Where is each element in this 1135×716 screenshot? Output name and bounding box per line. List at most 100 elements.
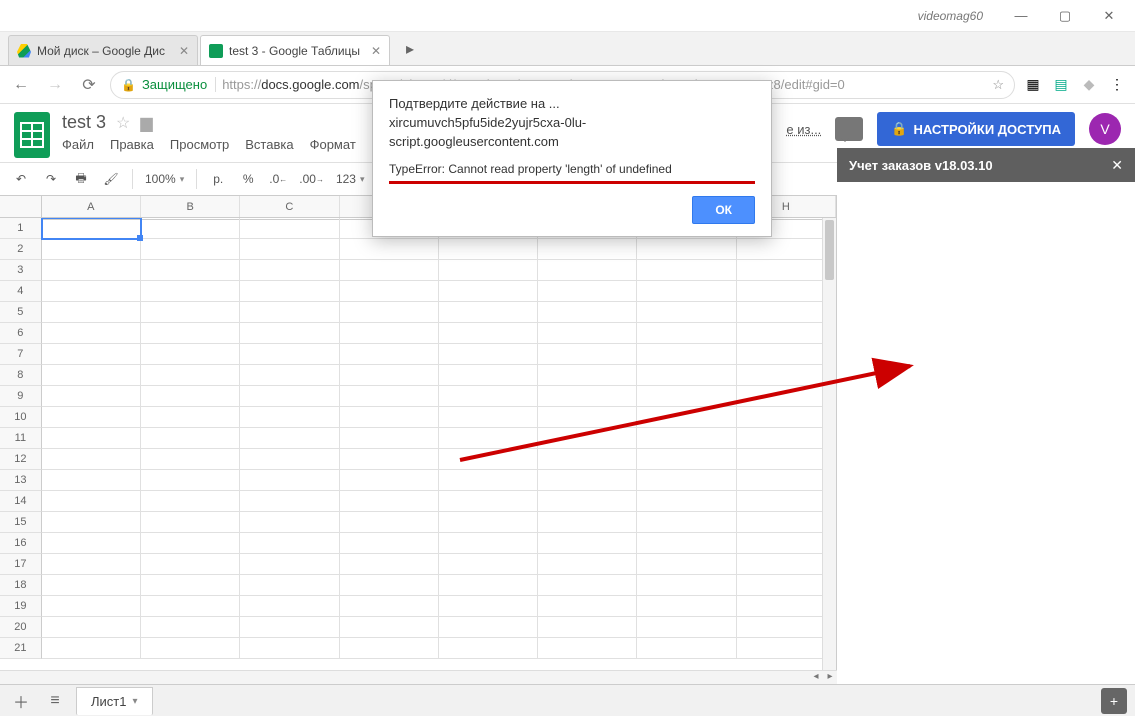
- undo-button[interactable]: ↶: [8, 166, 34, 192]
- account-avatar[interactable]: V: [1089, 113, 1121, 145]
- cell[interactable]: [439, 344, 538, 365]
- cell[interactable]: [340, 617, 439, 638]
- cell[interactable]: [240, 638, 339, 659]
- cell[interactable]: [538, 449, 637, 470]
- cell[interactable]: [538, 260, 637, 281]
- doc-star-icon[interactable]: ☆: [116, 113, 130, 133]
- cell[interactable]: [240, 302, 339, 323]
- cell[interactable]: [439, 449, 538, 470]
- cell[interactable]: [439, 575, 538, 596]
- menu-view[interactable]: Просмотр: [170, 137, 229, 152]
- cell[interactable]: [141, 512, 240, 533]
- cell[interactable]: [340, 512, 439, 533]
- paint-format-button[interactable]: 🖌: [98, 166, 124, 192]
- alert-ok-button[interactable]: ОК: [692, 196, 755, 224]
- cell[interactable]: [439, 239, 538, 260]
- menu-file[interactable]: Файл: [62, 137, 94, 152]
- cell[interactable]: [240, 512, 339, 533]
- cell[interactable]: [141, 239, 240, 260]
- row-header[interactable]: 10: [0, 407, 42, 428]
- cell[interactable]: [141, 260, 240, 281]
- cell[interactable]: [439, 281, 538, 302]
- cell[interactable]: [439, 407, 538, 428]
- vertical-scrollbar[interactable]: [822, 218, 836, 684]
- cell[interactable]: [439, 638, 538, 659]
- cell[interactable]: [340, 428, 439, 449]
- row-header[interactable]: 19: [0, 596, 42, 617]
- new-tab-button[interactable]: ▸: [398, 37, 422, 61]
- browser-tab-drive[interactable]: Мой диск – Google Дис ✕: [8, 35, 198, 65]
- cell[interactable]: [141, 386, 240, 407]
- cell[interactable]: [141, 575, 240, 596]
- cell[interactable]: [42, 365, 141, 386]
- cell[interactable]: [42, 596, 141, 617]
- scroll-left-icon[interactable]: ◂: [809, 671, 823, 684]
- cell[interactable]: [340, 491, 439, 512]
- sheets-logo-icon[interactable]: [14, 112, 50, 158]
- tab-close-icon[interactable]: ✕: [179, 44, 189, 58]
- cell[interactable]: [42, 281, 141, 302]
- cell[interactable]: [637, 344, 736, 365]
- cell[interactable]: [42, 386, 141, 407]
- doc-title[interactable]: test 3: [62, 112, 106, 133]
- cell[interactable]: [439, 323, 538, 344]
- cell[interactable]: [538, 491, 637, 512]
- cell[interactable]: [538, 512, 637, 533]
- cell[interactable]: [42, 449, 141, 470]
- cell[interactable]: [538, 281, 637, 302]
- cell[interactable]: [42, 512, 141, 533]
- cell[interactable]: [340, 386, 439, 407]
- cell[interactable]: [240, 344, 339, 365]
- cell[interactable]: [439, 428, 538, 449]
- cell[interactable]: [538, 470, 637, 491]
- cell[interactable]: [42, 575, 141, 596]
- cell[interactable]: [42, 407, 141, 428]
- cell[interactable]: [42, 428, 141, 449]
- grid-body[interactable]: 123456789101112131415161718192021: [0, 218, 836, 684]
- cell[interactable]: [538, 302, 637, 323]
- window-minimize-button[interactable]: —: [999, 2, 1043, 30]
- cell[interactable]: [42, 470, 141, 491]
- cell[interactable]: [141, 323, 240, 344]
- cell[interactable]: [538, 239, 637, 260]
- redo-button[interactable]: ↷: [38, 166, 64, 192]
- cell[interactable]: [141, 281, 240, 302]
- cell[interactable]: [42, 218, 141, 239]
- row-header[interactable]: 16: [0, 533, 42, 554]
- cell[interactable]: [240, 617, 339, 638]
- cell[interactable]: [42, 344, 141, 365]
- cell[interactable]: [538, 365, 637, 386]
- cell[interactable]: [340, 407, 439, 428]
- cell[interactable]: [42, 491, 141, 512]
- window-maximize-button[interactable]: ▢: [1043, 2, 1087, 30]
- percent-button[interactable]: %: [235, 166, 261, 192]
- cell[interactable]: [240, 239, 339, 260]
- cell[interactable]: [439, 512, 538, 533]
- cell[interactable]: [637, 617, 736, 638]
- cell[interactable]: [538, 554, 637, 575]
- cell[interactable]: [240, 533, 339, 554]
- row-header[interactable]: 3: [0, 260, 42, 281]
- nav-back-button[interactable]: ←: [8, 72, 34, 98]
- col-header[interactable]: A: [42, 196, 141, 217]
- zoom-select[interactable]: 100%: [141, 166, 188, 192]
- cell[interactable]: [637, 575, 736, 596]
- sheet-tab-menu-icon[interactable]: ▾: [132, 696, 137, 707]
- bookmark-star-icon[interactable]: ☆: [992, 77, 1004, 93]
- cell[interactable]: [141, 428, 240, 449]
- cell[interactable]: [439, 554, 538, 575]
- cell[interactable]: [141, 470, 240, 491]
- row-header[interactable]: 1: [0, 218, 42, 239]
- cell[interactable]: [439, 260, 538, 281]
- cell[interactable]: [439, 302, 538, 323]
- cell[interactable]: [637, 554, 736, 575]
- cell[interactable]: [240, 323, 339, 344]
- cell[interactable]: [637, 596, 736, 617]
- select-all-corner[interactable]: [0, 196, 42, 217]
- cell[interactable]: [637, 512, 736, 533]
- cell[interactable]: [340, 449, 439, 470]
- nav-reload-button[interactable]: ⟳: [76, 72, 102, 98]
- col-header[interactable]: B: [141, 196, 240, 217]
- cell[interactable]: [240, 428, 339, 449]
- cell[interactable]: [637, 470, 736, 491]
